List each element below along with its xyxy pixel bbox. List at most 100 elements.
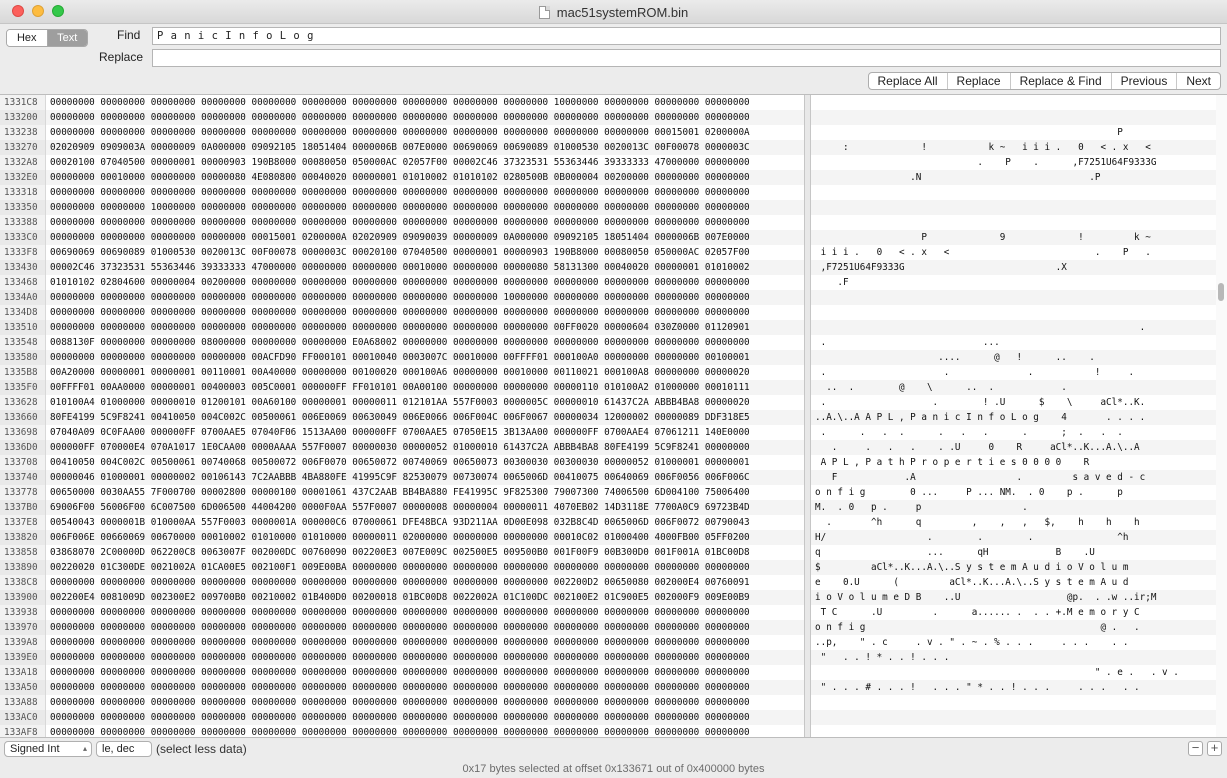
hex-row[interactable]: 006F006E 00660069 00670000 00010002 0101… — [46, 530, 804, 545]
text-row[interactable]: e 0.U ( aCl*..K...A.\..S y s t e m A u d — [811, 575, 1216, 590]
find-field[interactable]: P a n i c I n f o L o g — [152, 27, 1221, 45]
hex-row[interactable]: 00A20000 00000001 00000001 00110001 00A4… — [46, 365, 804, 380]
text-row[interactable]: . . . ! . — [811, 365, 1216, 380]
hex-row[interactable]: 00000000 00000000 00000000 00000000 0000… — [46, 605, 804, 620]
hex-row[interactable]: 00000000 00000000 00000000 00000000 0000… — [46, 125, 804, 140]
text-row[interactable]: o n f i g @ . . — [811, 620, 1216, 635]
text-row[interactable]: : ! k ~ i i i . 0 < . x < — [811, 140, 1216, 155]
hex-row[interactable]: 0088130F 00000000 00000000 08000000 0000… — [46, 335, 804, 350]
text-row[interactable] — [811, 110, 1216, 125]
text-row[interactable]: . — [811, 320, 1216, 335]
text-row[interactable]: ..A.\..A A P L , P a n i c I n f o L o g… — [811, 410, 1216, 425]
hex-editor[interactable]: 1331C8 133200 133238 133270 1332A8 1332E0 1333… — [0, 94, 1227, 738]
hex-row[interactable]: 00000000 00000000 00000000 00000000 00AC… — [46, 350, 804, 365]
hex-row[interactable]: 00000046 01000001 00000002 00106143 7C2A… — [46, 470, 804, 485]
hex-row[interactable]: 69006F00 56006F00 6C007500 6D006500 4400… — [46, 500, 804, 515]
text-row[interactable]: . P . ,F7251U64F9333G — [811, 155, 1216, 170]
hex-row[interactable]: 00000000 00000000 00000000 00000000 0000… — [46, 290, 804, 305]
hex-row[interactable]: 00000000 00000000 00000000 00000000 0000… — [46, 320, 804, 335]
hex-row[interactable]: 00000000 00000000 00000000 00000000 0000… — [46, 710, 804, 725]
hex-row[interactable]: 00000000 00000000 00000000 00000000 0000… — [46, 635, 804, 650]
text-row[interactable]: .N .P — [811, 170, 1216, 185]
text-row[interactable]: " . . ! * . . ! . . . — [811, 650, 1216, 665]
text-row[interactable] — [811, 215, 1216, 230]
text-row[interactable]: H/ . . . ^h — [811, 530, 1216, 545]
hex-row[interactable]: 07040A09 0C0FAA00 000000FF 0700AAE5 0704… — [46, 425, 804, 440]
text-row[interactable] — [811, 695, 1216, 710]
text-row[interactable]: ,F7251U64F9333G .X — [811, 260, 1216, 275]
hex-row[interactable]: 00000000 00000000 00000000 00000000 0000… — [46, 680, 804, 695]
hex-row[interactable]: 00000000 00010000 00000000 00000080 4E08… — [46, 170, 804, 185]
hex-row[interactable]: 00220020 01C300DE 0021002A 01CA00E5 0021… — [46, 560, 804, 575]
text-row[interactable]: .F — [811, 275, 1216, 290]
hex-row[interactable]: 002200E4 0081009D 002300E2 009700B0 0021… — [46, 590, 804, 605]
hex-row[interactable]: 00540043 0000001B 010000AA 557F0003 0000… — [46, 515, 804, 530]
text-row[interactable]: ..p, " . c . v . " . ~ . % . . . . . . .… — [811, 635, 1216, 650]
text-row[interactable]: . . . . . . . . ; . . . — [811, 425, 1216, 440]
text-mode-button[interactable]: Text — [47, 30, 87, 46]
hex-row[interactable]: 00020100 07040500 00000001 00000903 190B… — [46, 155, 804, 170]
hex-row[interactable]: 00000000 00000000 00000000 00000000 0000… — [46, 305, 804, 320]
hex-row[interactable]: 010100A4 01000000 00000010 01200101 00A6… — [46, 395, 804, 410]
text-row[interactable] — [811, 185, 1216, 200]
text-row[interactable] — [811, 95, 1216, 110]
text-row[interactable]: P — [811, 125, 1216, 140]
hex-row[interactable]: 00000000 00000000 00000000 00000000 0000… — [46, 95, 804, 110]
text-row[interactable] — [811, 290, 1216, 305]
hex-row[interactable]: 00FFFF01 00AA0000 00000001 00400003 005C… — [46, 380, 804, 395]
text-column[interactable]: P : ! k ~ i i i . 0 < . x < . P . ,F7251… — [811, 95, 1216, 737]
text-row[interactable]: " . . . # . . . ! . . . " * . . ! . . . … — [811, 680, 1216, 695]
hex-row[interactable]: 00000000 00000000 00000000 00000000 0000… — [46, 215, 804, 230]
hex-row[interactable]: 00000000 00000000 00000000 00000000 0000… — [46, 185, 804, 200]
hex-row[interactable]: 02020909 0909003A 00000009 0A000000 0909… — [46, 140, 804, 155]
hex-row[interactable]: 00000000 00000000 00000000 00000000 0000… — [46, 620, 804, 635]
text-row[interactable] — [811, 710, 1216, 725]
text-row[interactable]: " . e . . v . — [811, 665, 1216, 680]
text-row[interactable] — [811, 305, 1216, 320]
hex-row[interactable]: 00000000 00000000 00000000 00000000 0000… — [46, 725, 804, 737]
text-row[interactable] — [811, 725, 1216, 737]
text-row[interactable]: i i i . 0 < . x < . P . — [811, 245, 1216, 260]
text-row[interactable]: F .A . s a v e d - c — [811, 470, 1216, 485]
text-row[interactable]: . . . . . .U 0 R aCl*..K...A.\..A — [811, 440, 1216, 455]
hex-row[interactable]: 00000000 00000000 00000000 00000000 0000… — [46, 665, 804, 680]
hex-row[interactable]: 00000000 00000000 00000000 00000000 0000… — [46, 695, 804, 710]
hex-row[interactable]: 03868070 2C00000D 062200C8 0063007F 0020… — [46, 545, 804, 560]
text-row[interactable] — [811, 200, 1216, 215]
previous-button[interactable]: Previous — [1112, 73, 1178, 89]
type-select[interactable]: Signed Int ▴ — [4, 741, 92, 757]
endian-select[interactable]: le, dec — [96, 741, 152, 757]
text-row[interactable]: A P L , P a t h P r o p e r t i e s 0 0 … — [811, 455, 1216, 470]
text-row[interactable]: M. . 0 p . p . — [811, 500, 1216, 515]
next-button[interactable]: Next — [1177, 73, 1220, 89]
add-inspector-button[interactable]: + — [1207, 741, 1222, 756]
text-row[interactable]: .. . @ \ .. . . — [811, 380, 1216, 395]
hex-row[interactable]: 00000000 00000000 00000000 00000000 0001… — [46, 230, 804, 245]
text-row[interactable]: T C .U . a...... . . . +.M e m o r y C — [811, 605, 1216, 620]
text-row[interactable]: P 9 ! k ~ — [811, 230, 1216, 245]
text-row[interactable]: . ... — [811, 335, 1216, 350]
text-row[interactable]: i o V o l u m e D B ..U @p. . .w ..ir;M — [811, 590, 1216, 605]
hex-text-toggle[interactable]: Hex Text — [6, 29, 88, 47]
text-row[interactable]: $ aCl*..K...A.\..S y s t e m A u d i o V… — [811, 560, 1216, 575]
text-row[interactable]: . . ! .U $ \ aCl*..K. — [811, 395, 1216, 410]
hex-column[interactable]: 00000000 00000000 00000000 00000000 0000… — [46, 95, 804, 737]
hex-row[interactable]: 00690069 00690089 01000530 0020013C 00F0… — [46, 245, 804, 260]
hex-row[interactable]: 00000000 00000000 00000000 00000000 0000… — [46, 650, 804, 665]
hex-row[interactable]: 00410050 004C002C 00500061 00740068 0050… — [46, 455, 804, 470]
vertical-scrollbar[interactable] — [1216, 95, 1227, 737]
replace-and-find-button[interactable]: Replace & Find — [1011, 73, 1112, 89]
hex-row[interactable]: 80FE4199 5C9F8241 00410050 004C002C 0050… — [46, 410, 804, 425]
hex-row[interactable]: 00000000 00000000 00000000 00000000 0000… — [46, 575, 804, 590]
replace-field[interactable] — [152, 49, 1221, 67]
replace-all-button[interactable]: Replace All — [869, 73, 948, 89]
hex-row[interactable]: 00650000 0030AA55 7F000700 00002800 0000… — [46, 485, 804, 500]
text-row[interactable]: q ... qH B .U — [811, 545, 1216, 560]
column-divider[interactable] — [804, 95, 811, 737]
text-row[interactable]: .... @ ! .. . — [811, 350, 1216, 365]
hex-row[interactable]: 00000000 00000000 10000000 00000000 0000… — [46, 200, 804, 215]
hex-row[interactable]: 01010102 02804600 00000004 00200000 0000… — [46, 275, 804, 290]
hex-row[interactable]: 000000FF 070000E4 070A1017 1E0CAA00 0000… — [46, 440, 804, 455]
text-row[interactable]: o n f i g 0 ... P ... NM. . 0 p . p — [811, 485, 1216, 500]
hex-row[interactable]: 00002C46 37323531 55363446 39333333 4700… — [46, 260, 804, 275]
